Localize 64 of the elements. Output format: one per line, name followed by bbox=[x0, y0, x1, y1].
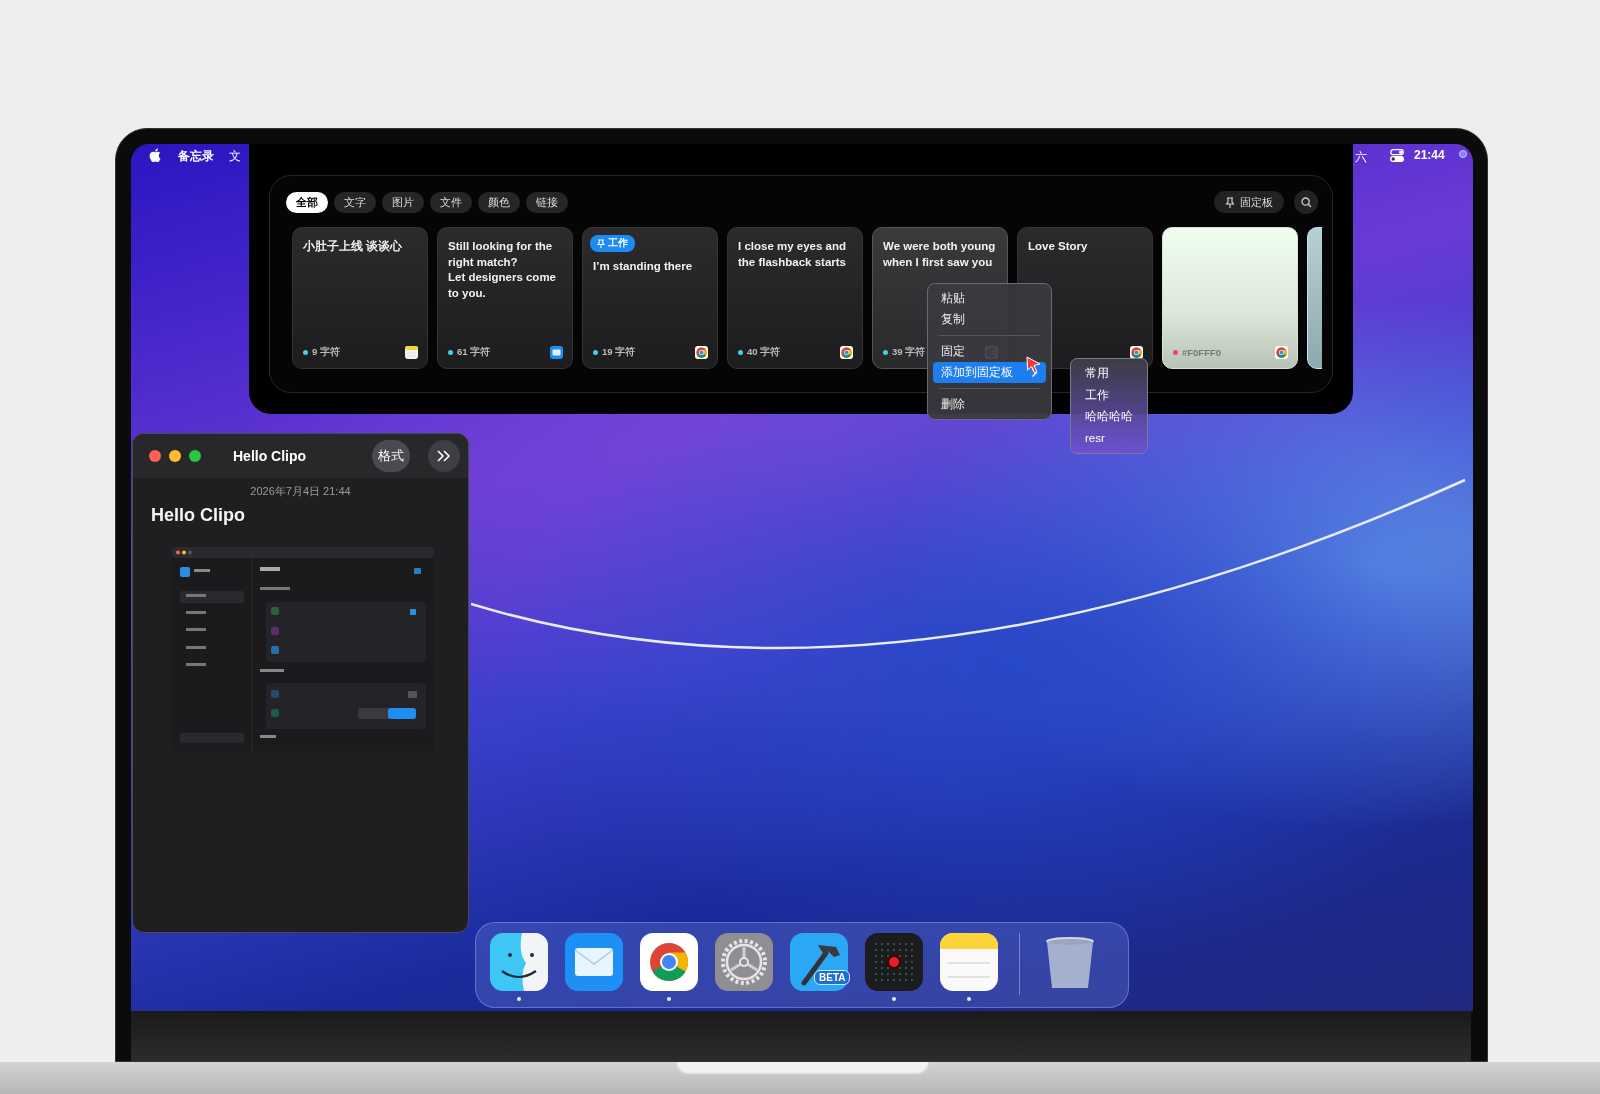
clip-text: I’m standing there bbox=[593, 259, 694, 274]
close-button[interactable] bbox=[149, 450, 161, 462]
clipboard-card[interactable]: 工作 I’m standing there 19 字符 bbox=[582, 227, 718, 369]
note-date: 2026年7月4日 21:44 bbox=[249, 484, 352, 499]
clip-text: Still looking for the right match? Let designers come to you. bbox=[448, 239, 557, 301]
record-button-app-icon[interactable] bbox=[865, 933, 923, 991]
beta-badge: BETA bbox=[814, 970, 851, 985]
zoom-button[interactable] bbox=[189, 450, 201, 462]
search-icon bbox=[1300, 196, 1312, 208]
format-button[interactable]: 格式 bbox=[372, 440, 410, 472]
filter-tab[interactable]: 颜色 bbox=[478, 191, 520, 213]
minimize-button[interactable] bbox=[169, 450, 181, 462]
clipboard-card[interactable]: 小肚子上线 谈谈心 9 字符 bbox=[292, 227, 428, 369]
clip-text: We were both young when I first saw you bbox=[883, 239, 997, 270]
notepad-app-icon[interactable] bbox=[940, 933, 998, 991]
cursor-icon bbox=[1026, 356, 1042, 374]
control-center-icon[interactable] bbox=[1390, 149, 1404, 162]
menu-item[interactable]: 哈哈哈哈 bbox=[1076, 406, 1142, 428]
menu-item[interactable]: 删除 bbox=[933, 394, 1046, 415]
char-count: 40 字符 bbox=[747, 346, 781, 359]
note-heading: Hello Clipo bbox=[151, 505, 246, 526]
window-title: Hello Clipo bbox=[233, 448, 308, 464]
menu-bar-date[interactable]: 六 bbox=[1355, 149, 1367, 166]
clipboard-card[interactable]: Still looking for the right match? Let designers come to you. 61 字符 bbox=[437, 227, 573, 369]
smiling-face-app-icon[interactable] bbox=[490, 933, 548, 991]
clipboard-card[interactable]: I close my eyes and the flashback starts 40 字符 bbox=[727, 227, 863, 369]
chrome-app-icon[interactable] bbox=[640, 933, 698, 991]
char-count: 9 字符 bbox=[312, 346, 340, 359]
mail-app-icon bbox=[550, 346, 563, 359]
app-menu[interactable]: 备忘录 bbox=[178, 148, 214, 165]
menu-item[interactable]: resr bbox=[1076, 427, 1142, 449]
pin-icon bbox=[1225, 196, 1235, 208]
filter-tab[interactable]: 图片 bbox=[382, 191, 424, 213]
double-chevron-icon bbox=[436, 449, 452, 463]
filter-tab[interactable]: 文字 bbox=[334, 191, 376, 213]
menu-bar-item[interactable]: 文 bbox=[229, 148, 241, 165]
envelope-app-icon[interactable] bbox=[565, 933, 623, 991]
pin-icon bbox=[597, 239, 605, 248]
pinboard-button[interactable]: 固定板 bbox=[1214, 191, 1284, 213]
clip-text: 小肚子上线 谈谈心 bbox=[303, 239, 404, 254]
notes-app-icon bbox=[405, 346, 418, 359]
chrome-app-icon bbox=[696, 347, 707, 358]
color-hex: #F0FFF0 bbox=[1182, 347, 1222, 358]
apple-logo-icon[interactable] bbox=[149, 148, 161, 162]
hammer-app-icon[interactable]: BETA bbox=[790, 933, 848, 991]
filter-tab[interactable]: 全部 bbox=[286, 191, 328, 213]
chrome-app-icon bbox=[841, 347, 852, 358]
filter-tab[interactable]: 文件 bbox=[430, 191, 472, 213]
menu-item[interactable]: 工作 bbox=[1076, 384, 1142, 406]
search-button[interactable] bbox=[1294, 190, 1318, 214]
chrome-app-icon bbox=[1276, 347, 1287, 358]
clip-text: Love Story bbox=[1028, 239, 1089, 254]
char-count: 19 字符 bbox=[602, 346, 636, 359]
status-dot-icon bbox=[1459, 150, 1467, 158]
char-count: 61 字符 bbox=[457, 346, 491, 359]
chrome-app-icon bbox=[1131, 347, 1142, 358]
gear-app-icon[interactable] bbox=[715, 933, 773, 991]
more-button[interactable] bbox=[428, 440, 460, 472]
menu-item[interactable]: 添加到固定板 bbox=[933, 362, 1046, 383]
filter-tab[interactable]: 链接 bbox=[526, 191, 568, 213]
menu-bar-clock[interactable]: 21:44 bbox=[1414, 148, 1445, 162]
clip-text: I close my eyes and the flashback starts bbox=[738, 239, 848, 270]
tag-badge: 工作 bbox=[590, 235, 635, 252]
char-count: 39 字符 bbox=[892, 346, 926, 359]
